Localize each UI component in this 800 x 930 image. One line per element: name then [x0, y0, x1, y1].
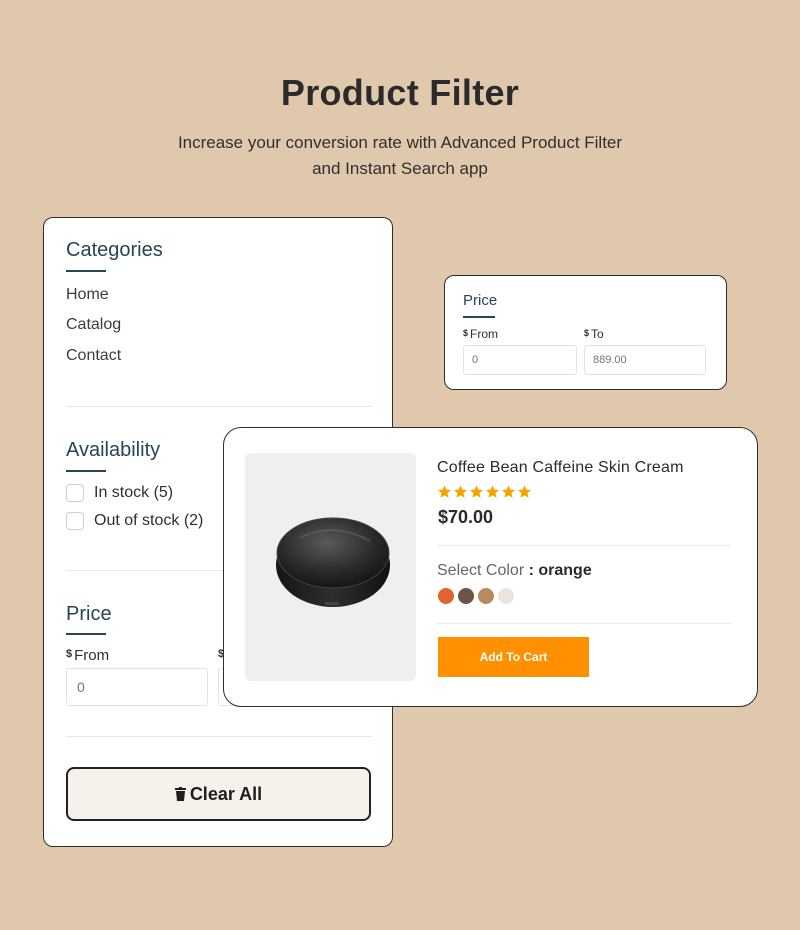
product-card: Coffee Bean Caffeine Skin Cream $70.00 S…	[223, 427, 758, 707]
star-icon	[501, 485, 516, 498]
price-widget: Price $ From $ To	[444, 275, 727, 390]
in-stock-label: In stock (5)	[94, 484, 174, 501]
star-icon	[469, 485, 484, 498]
selected-color-value: : orange	[528, 562, 592, 579]
page-subtitle: Increase your conversion rate with Advan…	[150, 130, 650, 182]
page-title: Product Filter	[280, 72, 520, 113]
price-from-label: $ From	[66, 647, 109, 664]
trash-icon	[174, 787, 186, 801]
star-icon	[453, 485, 468, 498]
select-color-label: Select Color : orange	[437, 562, 592, 580]
product-price: $70.00	[438, 507, 494, 527]
price-widget-from-input[interactable]	[463, 345, 577, 375]
swatch-cream[interactable]	[498, 588, 514, 604]
currency-symbol: $	[463, 328, 469, 338]
product-image[interactable]	[245, 453, 416, 681]
section-divider	[66, 736, 372, 737]
price-widget-from-label: $ From	[463, 327, 498, 341]
currency-symbol: $	[66, 648, 73, 660]
availability-in-stock[interactable]: In stock (5)	[66, 484, 173, 502]
price-underline	[66, 633, 106, 635]
from-text: From	[74, 647, 110, 664]
category-link-home[interactable]: Home	[66, 286, 109, 304]
in-stock-checkbox[interactable]	[66, 484, 84, 502]
product-rating	[437, 484, 532, 499]
clear-all-label: Clear All	[189, 783, 263, 804]
currency-symbol: $	[584, 328, 590, 338]
section-divider	[66, 406, 372, 407]
star-icon	[437, 485, 452, 498]
price-widget-title: Price	[463, 292, 498, 309]
out-of-stock-checkbox[interactable]	[66, 512, 84, 530]
color-swatches	[438, 588, 514, 604]
product-divider	[437, 623, 731, 624]
product-divider	[437, 545, 731, 546]
subtitle-line-1: Increase your conversion rate with Advan…	[177, 133, 623, 152]
categories-underline	[66, 270, 106, 272]
product-name[interactable]: Coffee Bean Caffeine Skin Cream	[437, 459, 684, 477]
swatch-dark-brown[interactable]	[458, 588, 474, 604]
out-of-stock-label: Out of stock (2)	[94, 512, 204, 529]
star-icon	[485, 485, 500, 498]
price-widget-to-label: $ To	[584, 327, 604, 341]
price-widget-underline	[463, 316, 495, 318]
clear-all-button[interactable]: Clear All	[66, 767, 371, 821]
availability-title: Availability	[66, 439, 161, 461]
price-widget-to-input[interactable]	[584, 345, 706, 375]
category-link-contact[interactable]: Contact	[66, 347, 121, 365]
categories-title: Categories	[66, 239, 163, 261]
star-icon	[517, 485, 532, 498]
availability-underline	[66, 470, 106, 472]
product-image-jar	[276, 517, 390, 607]
availability-out-of-stock[interactable]: Out of stock (2)	[66, 512, 203, 530]
category-link-catalog[interactable]: Catalog	[66, 316, 121, 334]
swatch-tan[interactable]	[478, 588, 494, 604]
to-text: To	[591, 327, 604, 341]
price-from-input[interactable]	[66, 668, 208, 706]
swatch-orange[interactable]	[438, 588, 454, 604]
price-title: Price	[66, 603, 112, 625]
select-color-text: Select Color	[437, 562, 525, 579]
subtitle-line-2: and Instant Search app	[312, 159, 488, 178]
add-to-cart-button[interactable]: Add To Cart	[438, 637, 589, 677]
from-text: From	[470, 327, 499, 341]
